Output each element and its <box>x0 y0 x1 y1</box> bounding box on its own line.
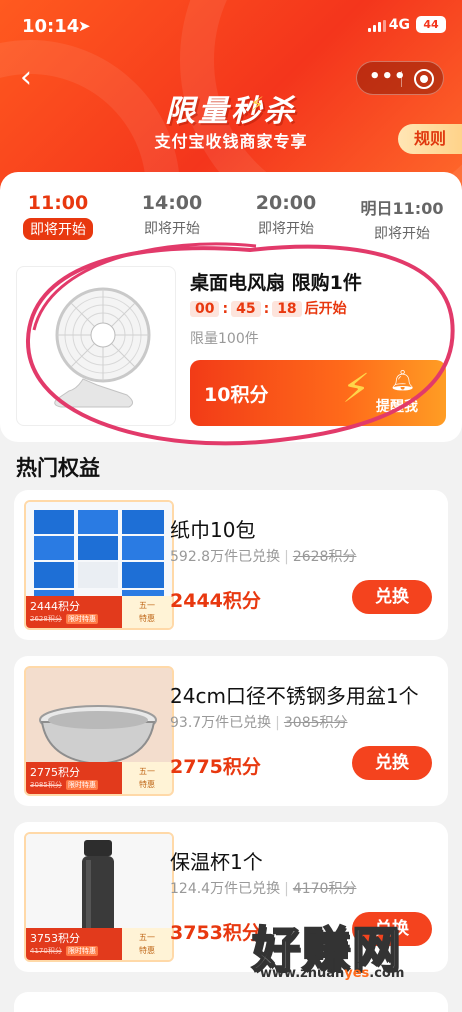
item-name: 保温杯1个 <box>170 850 263 874</box>
item-meta: 93.7万件已兑换 | 3085积分 <box>170 712 348 732</box>
section-title: 热门权益 <box>16 456 100 480</box>
sold-count: 124.4万件已兑换 <box>170 881 281 897</box>
slot-status: 即将开始 <box>23 218 93 240</box>
bowl-product-image: 2775积分 3085积分 限时特惠 五一 特惠 <box>24 666 174 796</box>
countdown-timer: 00:45:18 后开始 <box>190 298 347 318</box>
time-slot-1100[interactable]: 11:00 即将开始 <box>8 192 108 240</box>
slot-time: 20:00 <box>255 192 317 214</box>
time-slot-2000[interactable]: 20:00 即将开始 <box>236 192 336 238</box>
lightning-icon: ⚡ <box>250 92 265 116</box>
url-highlight: yes <box>344 966 370 981</box>
item-meta: 592.8万件已兑换 | 2628积分 <box>170 546 356 566</box>
badge-original: 3085积分 <box>30 781 62 789</box>
badge-price: 3753积分 <box>30 932 80 945</box>
slot-time: 14:00 <box>141 192 203 214</box>
meta-divider: | <box>284 881 289 897</box>
fan-icon <box>54 287 151 408</box>
battery-icon: 44 <box>416 16 446 33</box>
list-item[interactable]: 2775积分 3085积分 限时特惠 五一 特惠 24cm口径不锈钢多用盆1个 … <box>14 656 448 806</box>
flask-product-image: 3753积分 4170积分 限时特惠 五一 特惠 <box>24 832 174 962</box>
countdown-minutes: 45 <box>231 301 261 317</box>
item-meta: 124.4万件已兑换 | 4170积分 <box>170 878 356 898</box>
page-title: 限量秒杀 <box>165 94 297 129</box>
promo-tag: 五一 特惠 <box>122 762 172 794</box>
tissue-product-image: 2444积分 2628积分 限时特惠 五一 特惠 <box>24 500 174 630</box>
badge-hot: 限时特惠 <box>66 946 98 956</box>
meta-divider: | <box>275 715 280 731</box>
countdown-colon: : <box>222 301 229 317</box>
seckill-card: 11:00 即将开始 14:00 即将开始 20:00 即将开始 明日11:00… <box>0 172 462 442</box>
promo-tag: 五一 特惠 <box>122 928 172 960</box>
url-prefix: www.zhuan <box>260 966 345 981</box>
price-badge: 3753积分 4170积分 限时特惠 <box>26 928 124 960</box>
time-slot-1400[interactable]: 14:00 即将开始 <box>122 192 222 238</box>
sold-count: 93.7万件已兑换 <box>170 715 272 731</box>
watermark-url: www.zhuanyes.com <box>260 966 404 981</box>
price-badge: 2444积分 2628积分 限时特惠 <box>26 596 124 628</box>
price-badge: 2775积分 3085积分 限时特惠 <box>26 762 124 794</box>
remind-me-button[interactable]: 10积分 ⚡ 🔔︎ 提醒我 <box>190 360 446 426</box>
slot-time: 明日11:00 <box>360 199 444 218</box>
slot-status: 即将开始 <box>144 221 200 237</box>
bell-icon: 🔔︎ <box>390 368 416 392</box>
status-bar: 10:14 ➤ 4G 44 <box>0 0 462 52</box>
badge-price: 2775积分 <box>30 766 80 779</box>
countdown-hours: 00 <box>190 301 220 317</box>
seckill-product-name: 桌面电风扇 限购1件 <box>190 272 362 294</box>
countdown-suffix: 后开始 <box>304 301 347 317</box>
countdown-colon: : <box>263 301 270 317</box>
slot-time: 11:00 <box>27 192 89 214</box>
status-time: 10:14 <box>22 16 80 37</box>
badge-original: 2628积分 <box>30 615 62 623</box>
network-type: 4G <box>388 17 410 33</box>
url-suffix: .com <box>369 966 405 981</box>
list-item[interactable]: 2444积分 2628积分 限时特惠 五一 特惠 纸巾10包 592.8万件已兑… <box>14 490 448 640</box>
item-price: 3753积分 <box>170 922 261 944</box>
rules-button[interactable]: 规则 <box>398 124 462 154</box>
badge-hot: 限时特惠 <box>66 614 98 624</box>
stock-limit: 限量100件 <box>190 331 259 347</box>
slot-status: 即将开始 <box>374 226 430 242</box>
original-price: 4170积分 <box>292 881 357 897</box>
exchange-button[interactable]: 兑换 <box>352 746 432 780</box>
lightning-icon: ⚡ <box>342 366 371 412</box>
badge-original: 4170积分 <box>30 947 62 955</box>
original-price: 3085积分 <box>283 715 348 731</box>
meta-divider: | <box>284 549 289 565</box>
badge-price: 2444积分 <box>30 600 80 613</box>
item-name: 纸巾10包 <box>170 518 256 542</box>
badge-hot: 限时特惠 <box>66 780 98 790</box>
item-price: 2775积分 <box>170 756 261 778</box>
page-subtitle: 支付宝收钱商家专享 <box>154 132 308 151</box>
item-name: 24cm口径不锈钢多用盆1个 <box>170 684 419 708</box>
seckill-points: 10积分 <box>204 384 269 406</box>
original-price: 2628积分 <box>292 549 357 565</box>
sold-count: 592.8万件已兑换 <box>170 549 281 565</box>
location-arrow-icon: ➤ <box>78 17 91 35</box>
next-list-item-peek <box>14 992 448 1012</box>
site-watermark: 好赚网 www.zhuanyes.com <box>251 910 452 990</box>
fan-product-image[interactable] <box>16 266 176 426</box>
countdown-seconds: 18 <box>272 301 302 317</box>
capsule-divider <box>401 71 402 87</box>
signal-icon <box>368 20 386 32</box>
item-price: 2444积分 <box>170 590 261 612</box>
time-slot-tomorrow[interactable]: 明日11:00 即将开始 <box>352 192 452 243</box>
exchange-button[interactable]: 兑换 <box>352 580 432 614</box>
remind-label: 提醒我 <box>376 399 418 415</box>
promo-tag: 五一 特惠 <box>122 596 172 628</box>
slot-status: 即将开始 <box>258 221 314 237</box>
